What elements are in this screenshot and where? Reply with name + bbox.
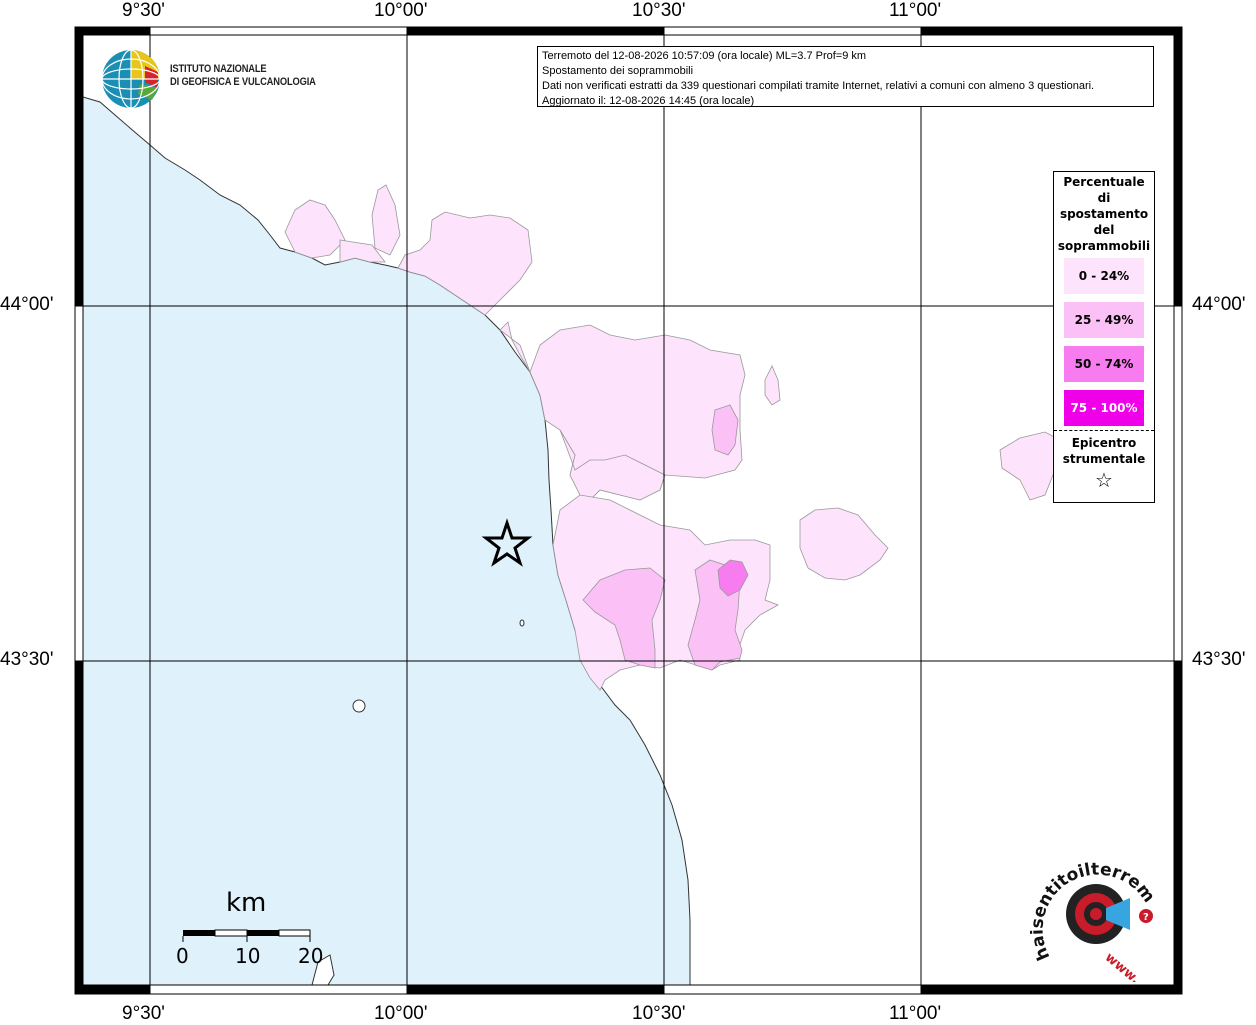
www-text: www. bbox=[1102, 950, 1142, 982]
ingv-globe-icon bbox=[101, 49, 161, 109]
legend-title-line: spostamento bbox=[1059, 207, 1149, 221]
scale-label-10: 10 bbox=[235, 944, 261, 968]
legend-item-50-74: 50 - 74% bbox=[1064, 346, 1144, 382]
lat-tick-right-1: 44°00' bbox=[1192, 294, 1246, 315]
lon-tick-top-1: 9°30' bbox=[122, 0, 165, 21]
scale-label-20: 20 bbox=[298, 944, 324, 968]
event-info-box: Terremoto del 12-08-2026 10:57:09 (ora l… bbox=[537, 46, 1154, 107]
legend-title-line: del bbox=[1093, 223, 1115, 237]
lon-tick-top-3: 10°30' bbox=[632, 0, 686, 21]
islet-meloria bbox=[519, 619, 525, 627]
ingv-logo: ISTITUTO NAZIONALE DI GEOFISICA E VULCAN… bbox=[100, 48, 320, 109]
ingv-name-line1: ISTITUTO NAZIONALE bbox=[170, 63, 267, 75]
legend-title-line: di bbox=[1097, 191, 1111, 205]
updated-line: Aggiornato il: 12-08-2026 14:45 (ora loc… bbox=[542, 95, 755, 107]
legend-item-0-24: 0 - 24% bbox=[1064, 258, 1144, 294]
legend-epicenter-line: strumentale bbox=[1062, 452, 1146, 466]
lon-tick-bottom-2: 10°00' bbox=[374, 1003, 428, 1024]
lon-tick-top-2: 10°00' bbox=[374, 0, 428, 21]
lat-tick-left-1: 44°00' bbox=[0, 294, 54, 315]
lon-tick-bottom-4: 11°00' bbox=[889, 1003, 942, 1024]
legend-title: Percentuale di spostamento del soprammob… bbox=[1054, 172, 1154, 254]
lat-tick-left-2: 43°30' bbox=[0, 649, 54, 670]
legend: Percentuale di spostamento del soprammob… bbox=[1053, 171, 1155, 503]
data-note-line: Dati non verificati estratti da 339 ques… bbox=[542, 80, 1095, 92]
ingv-name: ISTITUTO NAZIONALE DI GEOFISICA E VULCAN… bbox=[170, 63, 316, 89]
hai-sentito-logo: haisentitoilterremoto.it ? www. bbox=[1024, 847, 1170, 987]
legend-star-icon: ☆ bbox=[1095, 468, 1113, 492]
legend-item-75-100: 75 - 100% bbox=[1064, 390, 1144, 426]
scale-label-0: 0 bbox=[176, 944, 189, 968]
island-gorgona bbox=[352, 699, 366, 713]
scale-unit: km bbox=[226, 888, 267, 918]
lon-tick-top-4: 11°00' bbox=[889, 0, 942, 21]
legend-epicenter-label: Epicentro strumentale bbox=[1054, 435, 1154, 467]
legend-title-line: soprammobili bbox=[1057, 239, 1151, 253]
ingv-name-line2: DI GEOFISICA E VULCANOLOGIA bbox=[170, 76, 316, 88]
legend-separator bbox=[1054, 430, 1154, 431]
legend-item-25-49: 25 - 49% bbox=[1064, 302, 1144, 338]
parameter-line: Spostamento dei soprammobili bbox=[542, 65, 694, 77]
legend-epicenter-line: Epicentro bbox=[1071, 436, 1137, 450]
lon-tick-bottom-1: 9°30' bbox=[122, 1003, 165, 1024]
legend-title-line: Percentuale bbox=[1063, 175, 1145, 189]
svg-text:?: ? bbox=[1143, 912, 1149, 923]
event-line: Terremoto del 12-08-2026 10:57:09 (ora l… bbox=[542, 50, 867, 62]
hai-sentito-logo-icon: haisentitoilterremoto.it ? www. bbox=[1024, 847, 1159, 987]
lon-tick-bottom-3: 10°30' bbox=[632, 1003, 686, 1024]
lat-tick-right-2: 43°30' bbox=[1192, 649, 1246, 670]
